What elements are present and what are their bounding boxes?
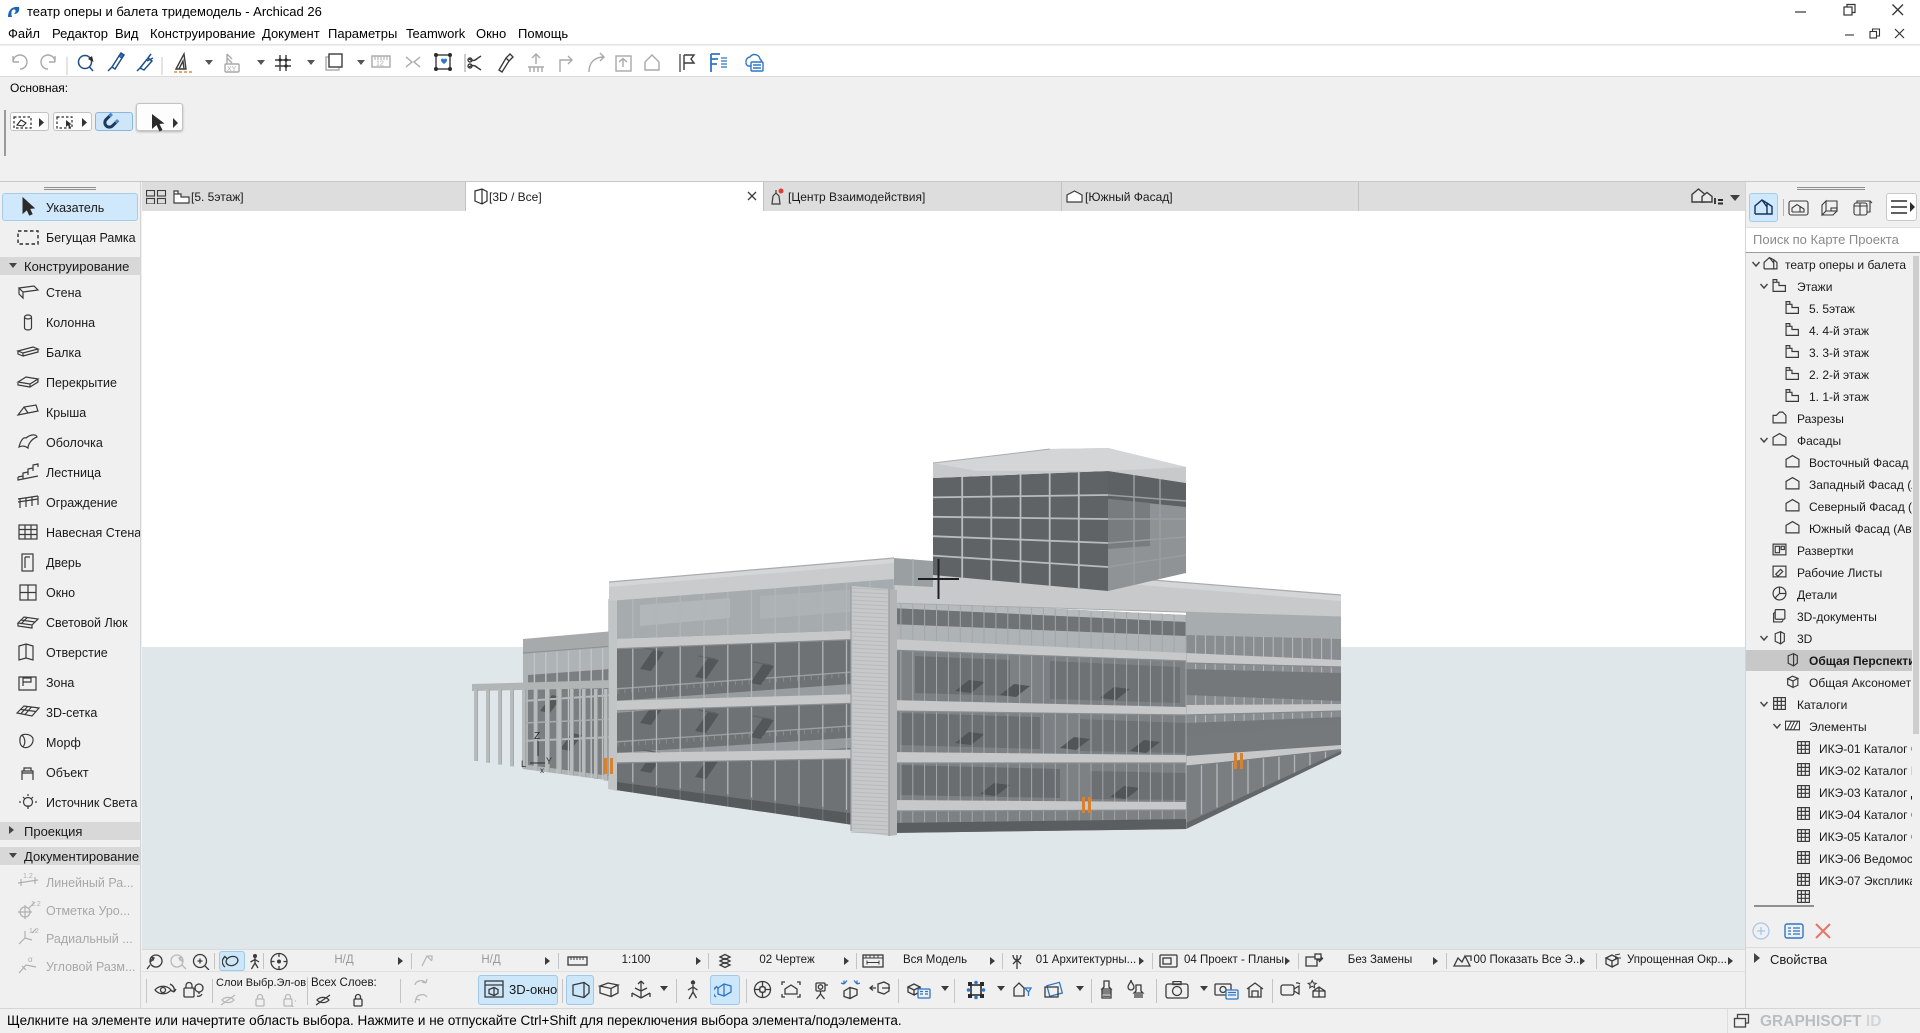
svg-text:12: 12 — [376, 61, 384, 68]
svg-text:1.2: 1.2 — [31, 901, 41, 908]
svg-text:Y: Y — [546, 756, 552, 766]
svg-text:XY: XY — [227, 66, 237, 73]
svg-text:x: x — [540, 766, 544, 775]
svg-text:L: L — [521, 759, 526, 769]
svg-text:α: α — [28, 955, 33, 964]
svg-text:Z: Z — [534, 731, 540, 742]
svg-text:1.2: 1.2 — [29, 928, 39, 935]
svg-text:1.2: 1.2 — [23, 873, 33, 880]
